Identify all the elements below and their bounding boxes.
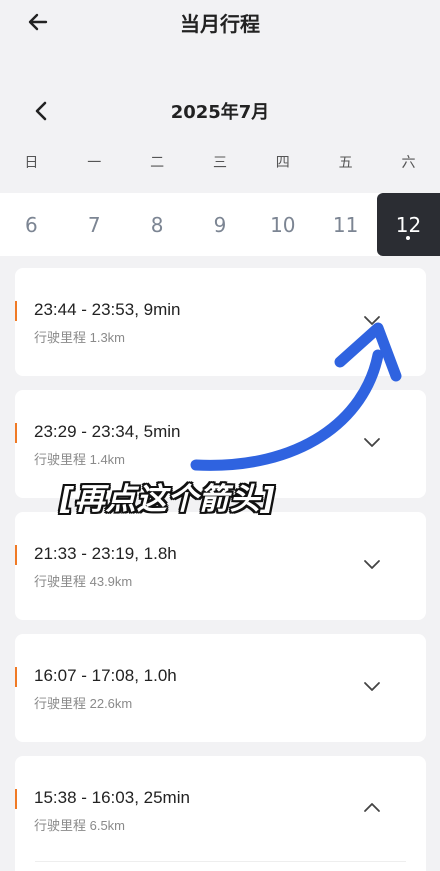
trip-distance: 行驶里程 1.3km	[34, 330, 126, 345]
day-cell[interactable]: 8	[126, 193, 189, 256]
trip-card[interactable]: 23:44 - 23:53, 9min 行驶里程 1.3km	[15, 268, 426, 376]
weekday-label: 一	[87, 155, 102, 171]
divider	[35, 861, 406, 862]
trip-distance: 行驶里程 43.9km	[34, 574, 133, 589]
day-cell[interactable]: 7	[63, 193, 126, 256]
day-cell[interactable]: 11	[314, 193, 377, 256]
has-trip-dot	[406, 236, 411, 240]
trip-accent-bar	[15, 423, 17, 443]
chevron-down-icon[interactable]	[363, 436, 381, 448]
chevron-down-icon[interactable]	[363, 558, 381, 570]
chevron-down-icon[interactable]	[363, 680, 381, 692]
page-title: 当月行程	[180, 12, 260, 36]
weekday-label: 六	[401, 155, 416, 171]
trip-time: 15:38 - 16:03, 25min	[34, 788, 190, 807]
trip-accent-bar	[15, 301, 17, 321]
trip-card[interactable]: 21:33 - 23:19, 1.8h 行驶里程 43.9km	[15, 512, 426, 620]
weekday-label: 二	[150, 155, 165, 171]
trip-accent-bar	[15, 789, 17, 809]
day-cell[interactable]: 10	[251, 193, 314, 256]
day-number: 12	[395, 212, 422, 237]
chevron-down-icon[interactable]	[363, 314, 381, 326]
trip-accent-bar	[15, 545, 17, 565]
weekday-header: 日 一 二 三 四 五 六	[0, 152, 440, 178]
day-cell-selected[interactable]: 12	[377, 193, 440, 256]
trip-accent-bar	[15, 667, 17, 687]
trip-card-expanded[interactable]: 15:38 - 16:03, 25min 行驶里程 6.5km	[15, 756, 426, 871]
weekday-label: 五	[338, 155, 353, 171]
trip-time: 23:44 - 23:53, 9min	[34, 300, 181, 319]
trip-time: 16:07 - 17:08, 1.0h	[34, 666, 177, 685]
month-title: 2025年7月	[170, 102, 270, 123]
day-cell[interactable]: 6	[0, 193, 63, 256]
annotation-caption: [再点这个箭头]	[60, 482, 276, 517]
trip-distance: 行驶里程 6.5km	[34, 818, 126, 833]
chevron-up-icon[interactable]	[363, 802, 381, 814]
weekday-label: 四	[275, 155, 290, 171]
day-cell[interactable]: 9	[189, 193, 252, 256]
trip-distance: 行驶里程 1.4km	[34, 452, 126, 467]
week-day-row: 6 7 8 9 10 11 12	[0, 193, 440, 256]
trip-time: 21:33 - 23:19, 1.8h	[34, 544, 177, 563]
trip-distance: 行驶里程 22.6km	[34, 696, 133, 711]
month-selector: 2025年7月	[0, 94, 440, 130]
trip-time: 23:29 - 23:34, 5min	[34, 422, 181, 441]
weekday-label: 三	[212, 155, 227, 171]
trip-card[interactable]: 16:07 - 17:08, 1.0h 行驶里程 22.6km	[15, 634, 426, 742]
weekday-label: 日	[24, 155, 39, 171]
top-bar: 当月行程	[0, 0, 440, 44]
